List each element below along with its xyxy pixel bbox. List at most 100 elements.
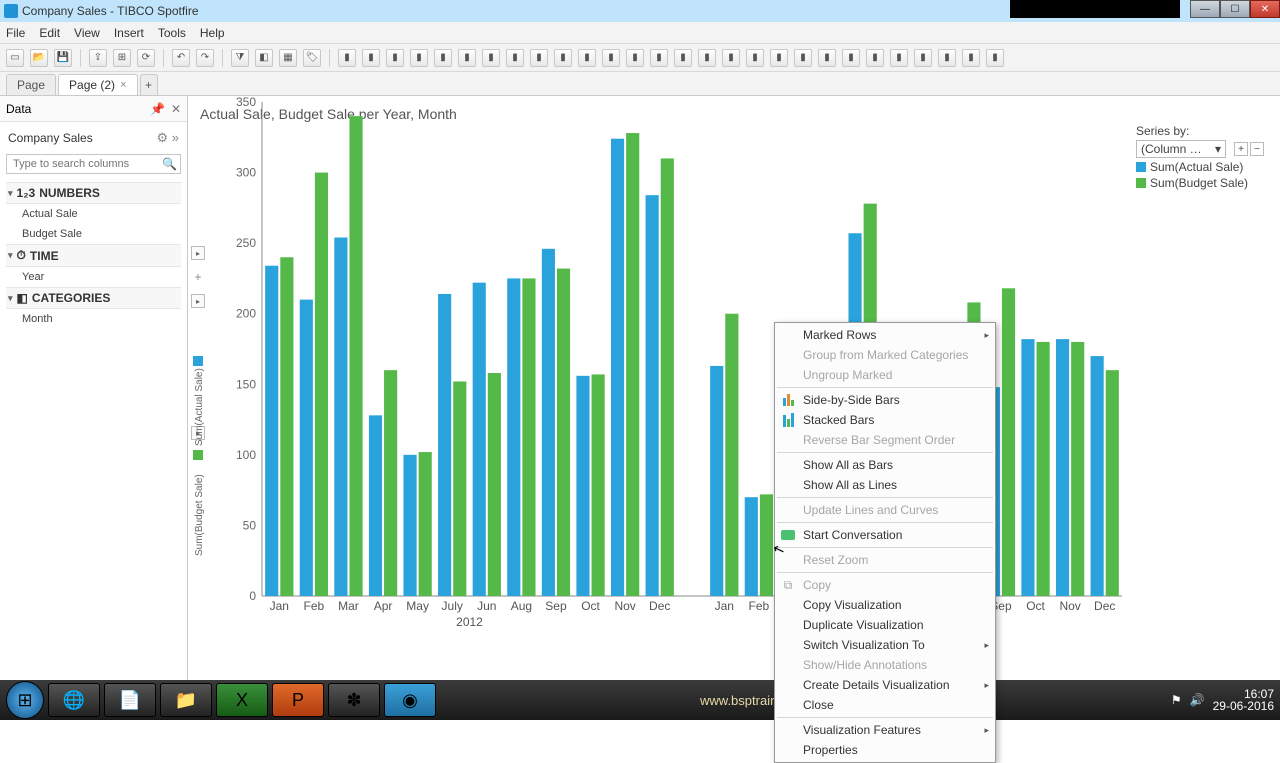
tool-viz15-icon[interactable]: ▮: [698, 49, 716, 67]
ctx-start-conversation[interactable]: Start Conversation: [775, 525, 995, 545]
tool-viz16-icon[interactable]: ▮: [722, 49, 740, 67]
tool-viz3-icon[interactable]: ▮: [410, 49, 428, 67]
minimize-button[interactable]: —: [1190, 0, 1220, 18]
panel-title: Data: [6, 102, 31, 116]
menu-insert[interactable]: Insert: [114, 26, 144, 40]
tool-viz12-icon[interactable]: ▮: [626, 49, 644, 67]
taskbar: ⊞ 🌐 📄 📁 X P ✽ ◉ www.bsptrainings.com ⚑ 🔊…: [0, 680, 1280, 720]
title-blackstrip: [1010, 0, 1180, 18]
ctx-all-bars[interactable]: Show All as Bars: [775, 455, 995, 475]
tool-marker-icon[interactable]: ◧: [255, 49, 273, 67]
menu-file[interactable]: File: [6, 26, 25, 40]
pin-icon[interactable]: 📌: [150, 102, 165, 116]
tool-viz5-icon[interactable]: ▮: [458, 49, 476, 67]
tool-viz8-icon[interactable]: ▮: [530, 49, 548, 67]
tool-viz4-icon[interactable]: ▮: [434, 49, 452, 67]
column-year[interactable]: Year: [6, 267, 181, 287]
tab-page[interactable]: Page: [6, 74, 56, 95]
task-explorer-icon[interactable]: 📁: [160, 683, 212, 717]
ctx-copy-viz[interactable]: Copy Visualization: [775, 595, 995, 615]
axis-expand-icon[interactable]: ▸: [191, 246, 205, 260]
tool-open-icon[interactable]: 📂: [30, 49, 48, 67]
tray-vol-icon[interactable]: 🔊: [1190, 693, 1205, 707]
menu-tools[interactable]: Tools: [158, 26, 186, 40]
menu-help[interactable]: Help: [200, 26, 225, 40]
task-gotomeeting-icon[interactable]: ✽: [328, 683, 380, 717]
tool-viz24-icon[interactable]: ▮: [914, 49, 932, 67]
dataset-name[interactable]: Company Sales: [8, 131, 93, 145]
column-month[interactable]: Month: [6, 309, 181, 329]
column-budget-sale[interactable]: Budget Sale: [6, 224, 181, 244]
tool-viz6-icon[interactable]: ▮: [482, 49, 500, 67]
column-actual-sale[interactable]: Actual Sale: [6, 204, 181, 224]
tool-tag-icon[interactable]: 🏷: [303, 49, 321, 67]
axis-plus-icon[interactable]: +: [194, 270, 201, 284]
tool-viz0-icon[interactable]: ▮: [338, 49, 356, 67]
task-spotfire-icon[interactable]: ◉: [384, 683, 436, 717]
menu-view[interactable]: View: [74, 26, 100, 40]
tool-viz18-icon[interactable]: ▮: [770, 49, 788, 67]
tool-viz14-icon[interactable]: ▮: [674, 49, 692, 67]
ctx-create-details[interactable]: Create Details Visualization▸: [775, 675, 995, 695]
ctx-close[interactable]: Close: [775, 695, 995, 715]
tool-redo-icon[interactable]: ↷: [196, 49, 214, 67]
tool-viz1-icon[interactable]: ▮: [362, 49, 380, 67]
tab-close-icon[interactable]: ×: [120, 79, 126, 91]
gear-icon[interactable]: ⚙ »: [157, 130, 180, 146]
ctx-stacked[interactable]: Stacked Bars: [775, 410, 995, 430]
tool-viz20-icon[interactable]: ▮: [818, 49, 836, 67]
task-powerpoint-icon[interactable]: P: [272, 683, 324, 717]
group-categories[interactable]: ▾◧CATEGORIES: [6, 287, 181, 309]
ctx-reset-zoom: Reset Zoom: [775, 550, 995, 570]
tool-export-icon[interactable]: ⇪: [89, 49, 107, 67]
ctx-all-lines[interactable]: Show All as Lines: [775, 475, 995, 495]
tool-viz25-icon[interactable]: ▮: [938, 49, 956, 67]
ctx-viz-features[interactable]: Visualization Features▸: [775, 720, 995, 740]
close-panel-icon[interactable]: ✕: [171, 102, 181, 116]
tool-viz11-icon[interactable]: ▮: [602, 49, 620, 67]
ctx-properties[interactable]: Properties: [775, 740, 995, 760]
search-icon[interactable]: 🔍: [162, 157, 177, 171]
ctx-dup-viz[interactable]: Duplicate Visualization: [775, 615, 995, 635]
tool-viz27-icon[interactable]: ▮: [986, 49, 1004, 67]
ctx-switch-viz[interactable]: Switch Visualization To▸: [775, 635, 995, 655]
tool-new-icon[interactable]: ▭: [6, 49, 24, 67]
close-window-button[interactable]: ✕: [1250, 0, 1280, 18]
legend-seriesby-dropdown[interactable]: (Column …▾: [1136, 140, 1226, 158]
tray-flag-icon[interactable]: ⚑: [1171, 693, 1182, 707]
ctx-side-by-side[interactable]: Side-by-Side Bars: [775, 390, 995, 410]
menu-edit[interactable]: Edit: [39, 26, 60, 40]
tool-viz26-icon[interactable]: ▮: [962, 49, 980, 67]
tab-page-2[interactable]: Page (2)×: [58, 74, 137, 95]
tool-viz2-icon[interactable]: ▮: [386, 49, 404, 67]
group-time[interactable]: ▾⏱TIME: [6, 244, 181, 267]
ctx-marked-rows[interactable]: Marked Rows▸: [775, 325, 995, 345]
tool-addtable-icon[interactable]: ⊞: [113, 49, 131, 67]
system-tray[interactable]: ⚑ 🔊 16:0729-06-2016: [1171, 688, 1274, 712]
tool-save-icon[interactable]: 💾: [54, 49, 72, 67]
legend-plus[interactable]: +: [1234, 142, 1248, 156]
tool-select-icon[interactable]: ▦: [279, 49, 297, 67]
tool-viz7-icon[interactable]: ▮: [506, 49, 524, 67]
task-notepad-icon[interactable]: 📄: [104, 683, 156, 717]
maximize-button[interactable]: ☐: [1220, 0, 1250, 18]
task-excel-icon[interactable]: X: [216, 683, 268, 717]
tool-viz19-icon[interactable]: ▮: [794, 49, 812, 67]
group-numbers[interactable]: ▾1₂3NUMBERS: [6, 182, 181, 204]
tool-filter-icon[interactable]: ⧩: [231, 49, 249, 67]
axis-expand2-icon[interactable]: ▸: [191, 294, 205, 308]
tool-undo-icon[interactable]: ↶: [172, 49, 190, 67]
tool-viz23-icon[interactable]: ▮: [890, 49, 908, 67]
tool-replace-icon[interactable]: ⟳: [137, 49, 155, 67]
search-columns-input[interactable]: [6, 154, 181, 174]
start-button[interactable]: ⊞: [6, 681, 44, 719]
tool-viz10-icon[interactable]: ▮: [578, 49, 596, 67]
tool-viz9-icon[interactable]: ▮: [554, 49, 572, 67]
legend-minus[interactable]: −: [1250, 142, 1264, 156]
tool-viz17-icon[interactable]: ▮: [746, 49, 764, 67]
tool-viz13-icon[interactable]: ▮: [650, 49, 668, 67]
task-chrome-icon[interactable]: 🌐: [48, 683, 100, 717]
tool-viz22-icon[interactable]: ▮: [866, 49, 884, 67]
tab-add[interactable]: +: [140, 74, 158, 95]
tool-viz21-icon[interactable]: ▮: [842, 49, 860, 67]
